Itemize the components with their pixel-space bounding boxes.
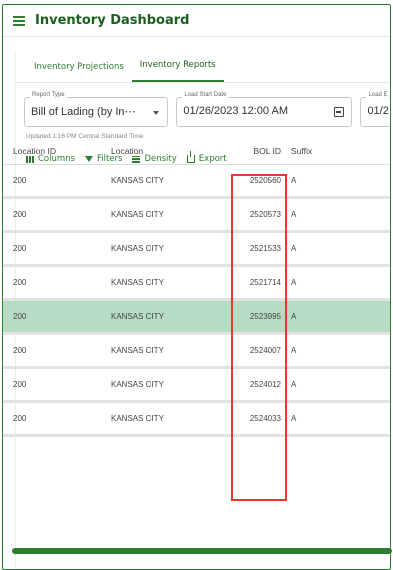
cell-suffix: A [291,312,297,321]
cell-location: KANSAS CITY [111,210,164,219]
cell-bol-id: 2524007 [249,346,281,355]
cell-bol-id: 2524012 [249,380,281,389]
cell-suffix: A [291,346,297,355]
cell-location-id: 200 [13,312,27,321]
cell-location-id: 200 [13,244,27,253]
tab-inventory-projections[interactable]: Inventory Projections [26,62,132,82]
cell-bol-id: 2520560 [249,176,281,185]
table-row[interactable]: 200 KANSAS CITY 2520560 A [3,165,390,199]
cell-location-id: 200 [13,346,27,355]
cell-location-id: 200 [13,414,27,423]
cell-location: KANSAS CITY [111,176,164,185]
cell-suffix: A [291,380,297,389]
cell-location: KANSAS CITY [111,414,164,423]
table-row[interactable]: 200 KANSAS CITY 2520573 A [3,199,390,233]
load-start-date-label: Load Start Date [182,92,229,98]
grid-header: Location ID Location BOL ID Suffix [3,137,390,165]
cell-location-id: 200 [13,278,27,287]
cell-location-id: 200 [13,210,27,219]
cell-suffix: A [291,244,297,253]
load-start-date-value: 01/26/2023 12:00 AM [183,105,288,117]
cell-location-id: 200 [13,380,27,389]
cell-suffix: A [291,210,297,219]
table-row[interactable]: 200 KANSAS CITY 2521714 A [3,267,390,301]
report-type-value: Bill of Lading (by In⋯ [31,106,136,118]
cell-bol-id: 2521714 [249,278,281,287]
app-title: Inventory Dashboard [35,13,190,28]
hamburger-menu-icon[interactable] [13,15,25,26]
grid-body: 200 KANSAS CITY 2520560 A 200 KANSAS CITY 2520… [3,165,390,437]
cell-location: KANSAS CITY [111,380,164,389]
dropdown-caret-icon[interactable] [153,111,160,115]
report-type-select[interactable]: Report Type Bill of Lading (by In⋯ [24,92,169,127]
column-header-bol-id[interactable]: BOL ID [223,146,287,156]
load-end-date-value: 01/2 [367,105,389,117]
cell-suffix: A [291,176,297,185]
tab-inventory-reports[interactable]: Inventory Reports [131,60,224,82]
cell-location: KANSAS CITY [111,312,164,321]
load-end-date-field[interactable]: Load E 01/2 [360,92,390,127]
cell-bol-id: 2523995 [249,312,281,321]
table-row[interactable]: 200 KANSAS CITY 2524012 A [3,369,390,403]
app-window: Inventory Dashboard Inventory Projection… [2,4,391,570]
column-header-location-id[interactable]: Location ID [3,146,101,156]
cell-bol-id: 2520573 [249,210,281,219]
table-row[interactable]: 200 KANSAS CITY 2523995 A [3,301,390,335]
cell-suffix: A [291,278,297,287]
cell-location: KANSAS CITY [111,244,164,253]
cell-location: KANSAS CITY [111,278,164,287]
calendar-icon[interactable] [334,107,345,117]
cell-bol-id: 2521533 [249,244,281,253]
top-bar: Inventory Dashboard [3,5,390,37]
table-row[interactable]: 200 KANSAS CITY 2524033 A [3,403,390,437]
report-type-label: Report Type [30,92,67,98]
cell-location-id: 200 [13,176,27,185]
column-header-location[interactable]: Location [101,146,223,156]
table-row[interactable]: 200 KANSAS CITY 2521533 A [3,233,390,267]
cell-bol-id: 2524033 [249,414,281,423]
data-grid: Location ID Location BOL ID Suffix 200 KA… [3,137,390,437]
horizontal-scrollbar[interactable] [12,548,392,554]
table-row[interactable]: 200 KANSAS CITY 2524007 A [3,335,390,369]
cell-suffix: A [291,414,297,423]
load-start-date-field[interactable]: Load Start Date 01/26/2023 12:00 AM [176,92,353,127]
load-end-date-label: Load E [366,92,390,98]
filter-bar: Report Type Bill of Lading (by In⋯ Load … [16,83,390,127]
cell-location: KANSAS CITY [111,346,164,355]
column-header-suffix[interactable]: Suffix [287,146,387,156]
tab-bar: Inventory Projections Inventory Reports [16,51,390,83]
